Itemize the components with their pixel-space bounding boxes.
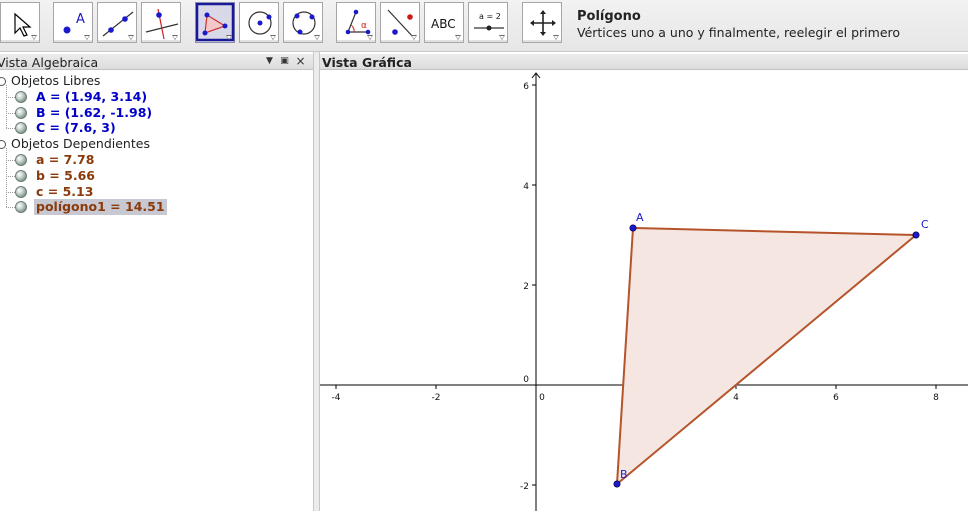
visibility-toggle-icon[interactable] — [15, 122, 27, 135]
x-tick-label: 0 — [539, 393, 545, 403]
point-b[interactable] — [613, 480, 621, 488]
new-point-tool-button[interactable]: A — [53, 2, 93, 43]
tree-connector — [6, 175, 15, 177]
perpendicular-line-tool-button[interactable] — [141, 2, 181, 43]
y-tick-label: 2 — [523, 282, 529, 292]
x-tick-label: 4 — [733, 393, 739, 403]
x-tick-label: -2 — [432, 393, 441, 403]
tree-connector — [6, 85, 7, 129]
algebra-item-text: C = (7.6, 3) — [36, 120, 116, 136]
circle-tool-button[interactable] — [239, 2, 279, 43]
move-view-tool-button[interactable] — [522, 2, 562, 43]
tool-menu-arrow-icon — [314, 35, 320, 40]
tree-connector — [6, 148, 7, 208]
tree-connector — [6, 112, 15, 114]
tree-connector — [6, 128, 15, 130]
algebra-item-text: c = 5.13 — [36, 183, 94, 199]
algebra-item-text: a = 7.78 — [36, 152, 95, 167]
tree-connector — [6, 207, 15, 209]
visibility-toggle-icon[interactable] — [15, 185, 27, 198]
y-tick-label: 6 — [523, 82, 529, 92]
circle-three-points-tool-button[interactable] — [283, 2, 323, 43]
x-tick-label: 6 — [833, 393, 839, 403]
text-tool-button[interactable]: ABC — [424, 2, 464, 43]
svg-text:ABC: ABC — [431, 17, 456, 31]
point-label: A — [636, 211, 644, 224]
algebra-item-text: b = 5.66 — [36, 167, 95, 183]
tool-menu-arrow-icon — [31, 35, 37, 40]
close-view-icon[interactable]: × — [294, 55, 307, 68]
y-tick-label: 0 — [523, 375, 529, 385]
algebra-view-title: Vista Algebraica — [0, 55, 99, 70]
point-label: B — [620, 468, 628, 481]
point-label: C — [921, 218, 929, 231]
tool-help: Polígono Vértices uno a uno y finalmente… — [577, 9, 900, 41]
algebra-view: Objetos Libres A = (1.94, 3.14) B = (1.62,… — [0, 71, 313, 511]
tool-help-description: Vértices uno a uno y finalmente, reelegi… — [577, 25, 901, 40]
tool-menu-arrow-icon — [128, 35, 134, 40]
visibility-toggle-icon[interactable] — [15, 201, 27, 214]
undock-view-icon[interactable]: ▣ — [278, 55, 291, 68]
tool-help-name: Polígono — [577, 9, 641, 24]
svg-text:a = 2: a = 2 — [479, 12, 501, 21]
slider-tool-button[interactable]: a = 2 — [468, 2, 508, 43]
visibility-toggle-icon[interactable] — [15, 169, 27, 182]
algebra-item-text: B = (1.62, -1.98) — [36, 104, 153, 120]
tool-menu-arrow-icon — [553, 35, 559, 40]
view-splitter[interactable] — [313, 52, 320, 511]
y-tick-label: 4 — [523, 182, 529, 192]
visibility-toggle-icon[interactable] — [15, 106, 27, 119]
tool-menu-arrow-icon — [84, 35, 90, 40]
tool-menu-arrow-icon — [226, 35, 232, 40]
svg-text:α: α — [361, 21, 367, 31]
move-tool-button[interactable] — [0, 2, 40, 43]
visibility-toggle-icon[interactable] — [15, 90, 27, 103]
y-tick-label: -2 — [520, 482, 529, 492]
tool-menu-arrow-icon — [455, 35, 461, 40]
tree-connector — [6, 160, 15, 161]
algebra-item-text: polígono1 = 14.51 — [34, 199, 167, 216]
tool-menu-arrow-icon — [270, 35, 276, 40]
graphics-view-header: Vista Gráfica — [320, 54, 968, 70]
view-menu-chevron-down-icon[interactable]: ▼ — [263, 55, 276, 68]
angle-tool-button[interactable]: α — [336, 2, 376, 43]
graphics-view-canvas[interactable]: -4-202468-20246ABC — [320, 71, 968, 511]
tool-menu-arrow-icon — [367, 35, 373, 40]
algebra-item-text: A = (1.94, 3.14) — [36, 88, 148, 104]
line-tool-button[interactable] — [97, 2, 137, 43]
tool-menu-arrow-icon — [499, 35, 505, 40]
reflect-tool-button[interactable] — [380, 2, 420, 43]
tool-menu-arrow-icon — [172, 35, 178, 40]
tool-menu-arrow-icon — [411, 35, 417, 40]
x-tick-label: -4 — [332, 393, 341, 403]
tree-connector — [6, 191, 15, 193]
folder-label: Objetos Dependientes — [11, 136, 150, 152]
polygon-shape — [616, 227, 917, 485]
visibility-toggle-icon[interactable] — [15, 154, 27, 166]
point-a[interactable] — [629, 224, 637, 232]
folder-label: Objetos Libres — [11, 73, 101, 88]
tree-connector — [6, 96, 15, 98]
point-c[interactable] — [912, 231, 920, 239]
polygon-tool-button[interactable] — [195, 2, 235, 43]
graphics-view-title: Vista Gráfica — [322, 55, 412, 70]
svg-text:A: A — [76, 12, 85, 27]
algebra-view-header: Vista Algebraica ▼ ▣ × — [0, 54, 313, 70]
x-tick-label: 8 — [933, 393, 939, 403]
